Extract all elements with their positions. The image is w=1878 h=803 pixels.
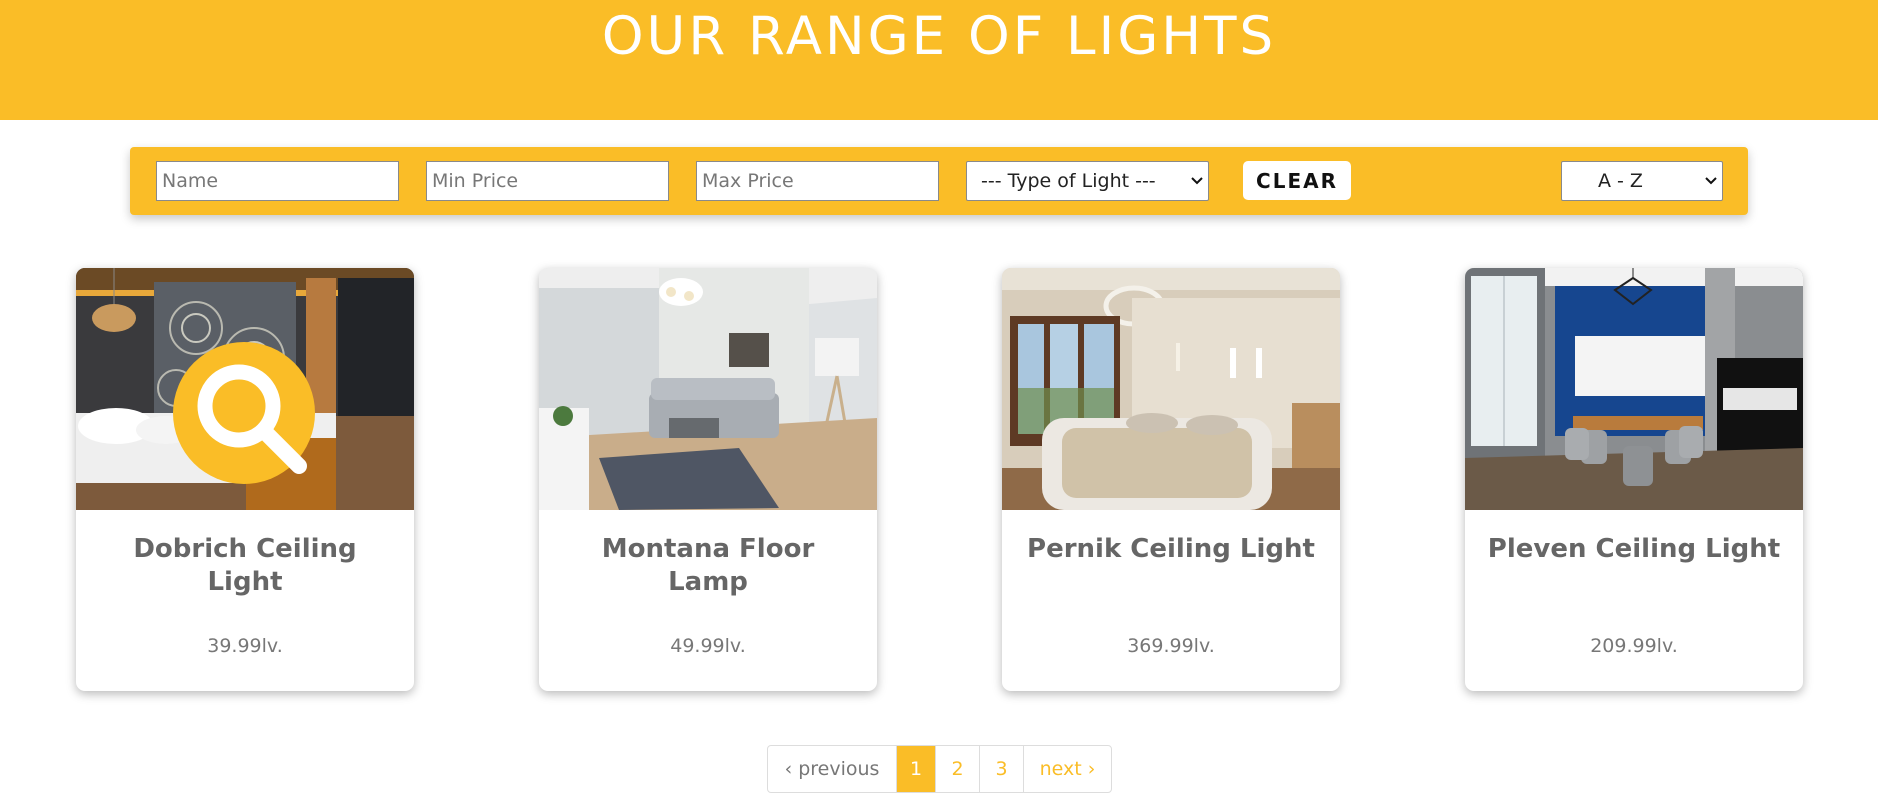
product-price: 209.99lv. bbox=[1590, 635, 1678, 657]
sort-select-value: A - Z bbox=[1598, 170, 1643, 192]
light-type-select[interactable]: --- Type of Light --- bbox=[966, 161, 1209, 201]
filter-bar: --- Type of Light --- CLEAR A - Z bbox=[130, 147, 1748, 215]
product-image[interactable] bbox=[1002, 268, 1340, 510]
light-type-select-value: --- Type of Light --- bbox=[981, 170, 1156, 192]
chevron-down-icon bbox=[1186, 173, 1208, 189]
clear-filters-button[interactable]: CLEAR bbox=[1243, 161, 1351, 200]
previous-page-button[interactable]: ‹ previous bbox=[768, 746, 897, 792]
product-title[interactable]: Pleven Ceiling Light bbox=[1485, 533, 1783, 566]
next-page-button[interactable]: next › bbox=[1024, 746, 1111, 792]
product-card[interactable]: Montana Floor Lamp 49.99lv. bbox=[539, 268, 877, 691]
product-title[interactable]: Pernik Ceiling Light bbox=[1022, 533, 1320, 566]
max-price-input[interactable] bbox=[696, 161, 939, 201]
page-2-button[interactable]: 2 bbox=[936, 746, 980, 792]
product-image[interactable] bbox=[76, 268, 414, 510]
product-image[interactable] bbox=[1465, 268, 1803, 510]
product-price: 49.99lv. bbox=[670, 635, 746, 657]
page-header: OUR RANGE OF LIGHTS bbox=[0, 0, 1878, 120]
page-1-button[interactable]: 1 bbox=[897, 746, 936, 792]
page-title: OUR RANGE OF LIGHTS bbox=[601, 6, 1277, 67]
product-image[interactable] bbox=[539, 268, 877, 510]
search-icon[interactable] bbox=[173, 342, 315, 484]
product-card[interactable]: Pernik Ceiling Light 369.99lv. bbox=[1002, 268, 1340, 691]
product-title[interactable]: Montana Floor Lamp bbox=[559, 533, 857, 599]
product-price: 39.99lv. bbox=[207, 635, 283, 657]
page-3-button[interactable]: 3 bbox=[980, 746, 1024, 792]
sort-select[interactable]: A - Z bbox=[1561, 161, 1723, 201]
chevron-down-icon bbox=[1700, 173, 1722, 189]
product-title[interactable]: Dobrich Ceiling Light bbox=[96, 533, 394, 599]
name-filter-input[interactable] bbox=[156, 161, 399, 201]
product-card[interactable]: Pleven Ceiling Light 209.99lv. bbox=[1465, 268, 1803, 691]
min-price-input[interactable] bbox=[426, 161, 669, 201]
product-price: 369.99lv. bbox=[1127, 635, 1215, 657]
product-card[interactable]: Dobrich Ceiling Light 39.99lv. bbox=[76, 268, 414, 691]
pagination: ‹ previous 1 2 3 next › bbox=[767, 745, 1112, 793]
